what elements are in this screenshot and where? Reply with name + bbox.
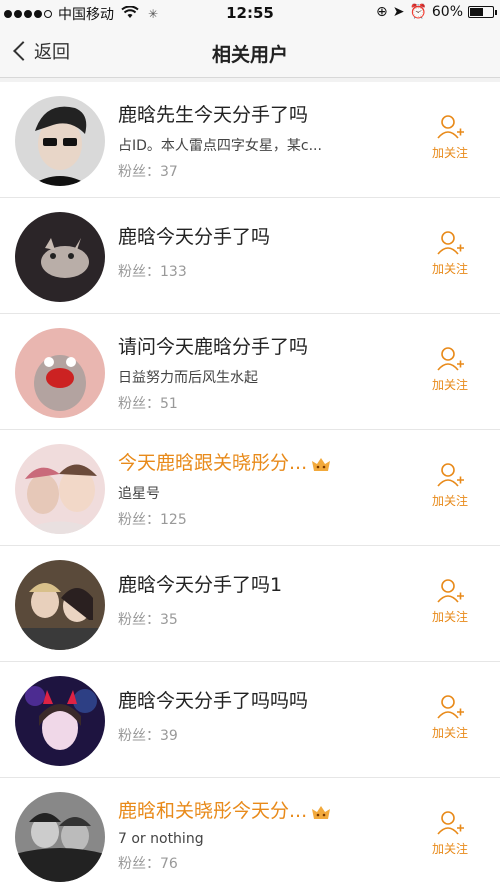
- follow-button[interactable]: 加关注: [428, 576, 472, 625]
- location-icon: ➤: [392, 4, 405, 20]
- user-description: 7 or nothing: [118, 831, 204, 847]
- fans-value: 35: [160, 612, 178, 628]
- user-row[interactable]: 鹿晗今天分手了吗1 粉丝：35 加关注: [0, 546, 500, 662]
- add-user-icon: [437, 463, 464, 487]
- user-name[interactable]: 鹿晗和关晓彤今天分...: [118, 796, 418, 823]
- user-info: 鹿晗今天分手了吗 粉丝：133: [118, 222, 418, 281]
- user-description: 日益努力而后风生水起: [118, 370, 258, 386]
- fans-label: 粉丝：: [118, 612, 160, 628]
- follow-label: 加关注: [431, 842, 468, 856]
- fans-value: 39: [160, 728, 178, 744]
- user-info: 鹿晗和关晓彤今天分... 7 or nothing 粉丝：76: [118, 796, 418, 873]
- rotation-lock-icon: ⊕: [375, 4, 388, 20]
- fans-count: 粉丝：39: [118, 725, 418, 745]
- user-name[interactable]: 鹿晗先生今天分手了吗: [118, 100, 418, 127]
- fans-label: 粉丝：: [118, 264, 160, 280]
- add-user-icon: [437, 811, 464, 835]
- avatar[interactable]: [15, 676, 105, 766]
- add-user-icon: [437, 695, 464, 719]
- avatar[interactable]: [15, 560, 105, 650]
- battery-icon: [468, 6, 497, 18]
- fans-value: 125: [160, 512, 187, 528]
- follow-label: 加关注: [431, 146, 468, 160]
- battery-percent: 60%: [431, 4, 463, 20]
- user-info: 请问今天鹿晗分手了吗 日益努力而后风生水起 粉丝：51: [118, 332, 418, 413]
- navigation-bar: 返回 相关用户: [0, 28, 500, 78]
- user-name-text: 鹿晗和关晓彤今天分...: [118, 800, 308, 822]
- avatar[interactable]: [15, 792, 105, 882]
- follow-label: 加关注: [431, 726, 468, 740]
- vip-crown-icon: [312, 805, 331, 819]
- follow-button[interactable]: 加关注: [428, 460, 472, 509]
- page-title: 相关用户: [211, 44, 288, 66]
- user-description: 占ID。本人雷点四字女星，某c...: [118, 138, 322, 154]
- fans-count: 粉丝：51: [118, 393, 418, 413]
- add-user-icon: [437, 231, 464, 255]
- alarm-icon: ⏰: [409, 4, 427, 20]
- fans-count: 粉丝：133: [118, 261, 418, 281]
- status-bar: 中国移动 ✳ 12:55 ⊕ ➤ ⏰ 60%: [0, 0, 500, 28]
- user-name-text: 今天鹿晗跟关晓彤分...: [118, 452, 308, 474]
- user-row[interactable]: 请问今天鹿晗分手了吗 日益努力而后风生水起 粉丝：51 加关注: [0, 314, 500, 430]
- user-info: 鹿晗今天分手了吗1 粉丝：35: [118, 570, 418, 629]
- user-row[interactable]: 鹿晗先生今天分手了吗 占ID。本人雷点四字女星，某c... 粉丝：37 加关注: [0, 82, 500, 198]
- fans-label: 粉丝：: [118, 856, 160, 872]
- user-list: 鹿晗先生今天分手了吗 占ID。本人雷点四字女星，某c... 粉丝：37 加关注 …: [0, 82, 500, 888]
- fans-value: 76: [160, 856, 178, 872]
- fans-label: 粉丝：: [118, 728, 160, 744]
- add-user-icon: [437, 579, 464, 603]
- fans-count: 粉丝：76: [118, 853, 418, 873]
- vip-crown-icon: [312, 457, 331, 471]
- user-info: 鹿晗先生今天分手了吗 占ID。本人雷点四字女星，某c... 粉丝：37: [118, 100, 418, 181]
- user-info: 鹿晗今天分手了吗吗吗 粉丝：39: [118, 686, 418, 745]
- fans-label: 粉丝：: [118, 512, 160, 528]
- fans-value: 51: [160, 396, 178, 412]
- user-name[interactable]: 鹿晗今天分手了吗吗吗: [118, 686, 418, 713]
- user-name[interactable]: 鹿晗今天分手了吗1: [118, 570, 418, 597]
- avatar[interactable]: [15, 96, 105, 186]
- follow-label: 加关注: [431, 610, 468, 624]
- fans-label: 粉丝：: [118, 396, 160, 412]
- add-user-icon: [437, 347, 464, 371]
- follow-label: 加关注: [431, 378, 468, 392]
- user-name[interactable]: 鹿晗今天分手了吗: [118, 222, 418, 249]
- user-info: 今天鹿晗跟关晓彤分... 追星号 粉丝：125: [118, 448, 418, 529]
- add-user-icon: [437, 115, 464, 139]
- avatar[interactable]: [15, 444, 105, 534]
- fans-count: 粉丝：35: [118, 609, 418, 629]
- fans-value: 133: [160, 264, 187, 280]
- user-row[interactable]: 鹿晗和关晓彤今天分... 7 or nothing 粉丝：76 加关注: [0, 778, 500, 888]
- user-row[interactable]: 鹿晗今天分手了吗吗吗 粉丝：39 加关注: [0, 662, 500, 778]
- status-right: ⊕ ➤ ⏰ 60%: [375, 4, 497, 20]
- follow-button[interactable]: 加关注: [428, 228, 472, 277]
- follow-label: 加关注: [431, 262, 468, 276]
- user-name[interactable]: 请问今天鹿晗分手了吗: [118, 332, 418, 359]
- avatar[interactable]: [15, 212, 105, 302]
- follow-label: 加关注: [431, 494, 468, 508]
- avatar[interactable]: [15, 328, 105, 418]
- fans-value: 37: [160, 164, 178, 180]
- user-row[interactable]: 今天鹿晗跟关晓彤分... 追星号 粉丝：125 加关注: [0, 430, 500, 546]
- fans-count: 粉丝：37: [118, 161, 418, 181]
- follow-button[interactable]: 加关注: [428, 808, 472, 857]
- follow-button[interactable]: 加关注: [428, 692, 472, 741]
- fans-label: 粉丝：: [118, 164, 160, 180]
- user-description: 追星号: [118, 486, 160, 502]
- user-row[interactable]: 鹿晗今天分手了吗 粉丝：133 加关注: [0, 198, 500, 314]
- user-name[interactable]: 今天鹿晗跟关晓彤分...: [118, 448, 418, 475]
- fans-count: 粉丝：125: [118, 509, 418, 529]
- follow-button[interactable]: 加关注: [428, 112, 472, 161]
- follow-button[interactable]: 加关注: [428, 344, 472, 393]
